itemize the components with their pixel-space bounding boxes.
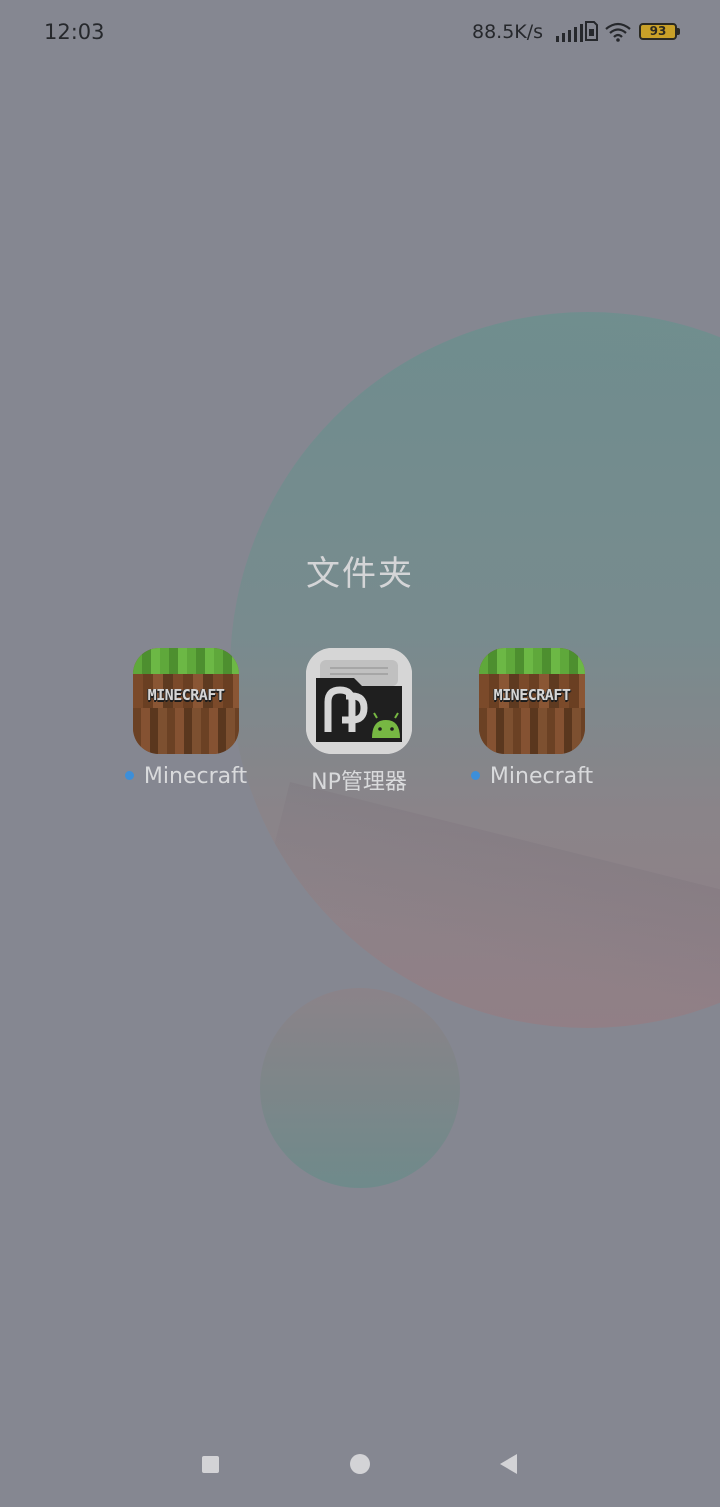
status-bar: 12:03 88.5K/s 93: [0, 0, 720, 66]
grass-texture: [133, 648, 239, 674]
grass-texture: [479, 648, 585, 674]
home-icon[interactable]: [350, 1454, 370, 1474]
app-label[interactable]: Minecraft: [432, 764, 632, 789]
battery-level: 93: [649, 24, 667, 38]
minecraft-logo-text: MINECRAFT: [493, 686, 571, 704]
battery-cap: [677, 28, 680, 35]
recent-apps-icon[interactable]: [202, 1456, 219, 1473]
clock: 12:03: [44, 20, 105, 44]
signal-icon: [556, 24, 583, 42]
navigation-bar: [0, 1430, 720, 1496]
battery-icon: 93: [639, 23, 677, 40]
app-label-text: Minecraft: [489, 764, 594, 789]
minecraft-icon[interactable]: MINECRAFT: [133, 648, 239, 754]
dirt-texture: [133, 708, 239, 754]
wallpaper-shadow-streak: [260, 782, 720, 1028]
app-minecraft-1[interactable]: MINECRAFT Minecraft: [86, 648, 286, 789]
np-manager-icon[interactable]: [306, 648, 412, 754]
new-install-dot: [124, 771, 134, 780]
app-np-manager[interactable]: NP管理器: [259, 648, 459, 796]
minecraft-logo-text: MINECRAFT: [147, 686, 225, 704]
np-manager-logo: [306, 648, 412, 754]
dirt-texture: [479, 708, 585, 754]
app-label[interactable]: Minecraft: [86, 764, 286, 789]
app-label-text: Minecraft: [143, 764, 248, 789]
wifi-icon: [605, 22, 631, 42]
minecraft-icon[interactable]: MINECRAFT: [479, 648, 585, 754]
app-minecraft-2[interactable]: MINECRAFT Minecraft: [432, 648, 632, 789]
back-icon[interactable]: [500, 1454, 517, 1474]
new-install-dot: [470, 771, 480, 780]
folder-title[interactable]: 文件夹: [0, 546, 720, 595]
wallpaper-small-circle: [260, 988, 460, 1188]
network-speed: 88.5K/s: [472, 21, 544, 43]
app-label-text[interactable]: NP管理器: [259, 764, 459, 796]
sim-card-icon: [585, 21, 598, 41]
